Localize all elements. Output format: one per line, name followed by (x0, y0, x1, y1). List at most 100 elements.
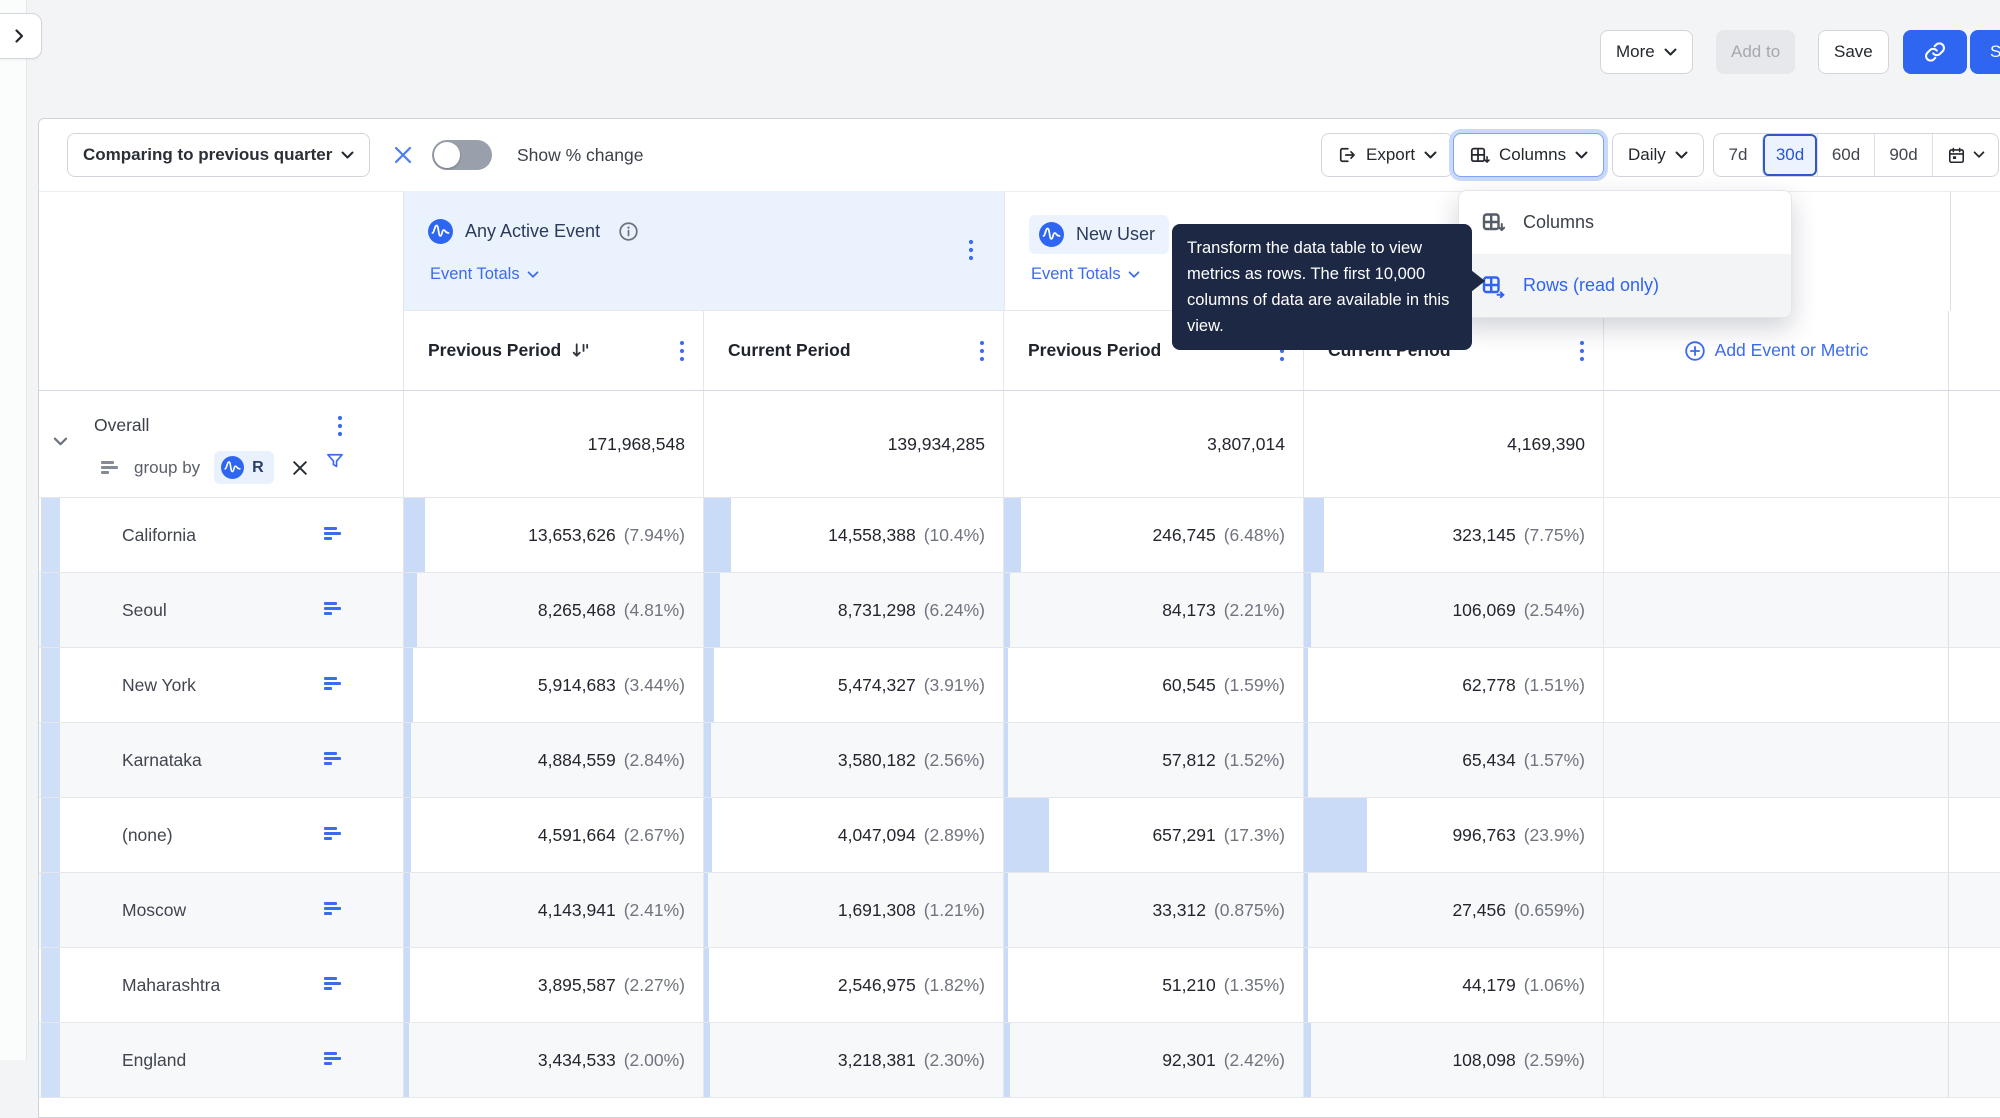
columns-icon (1481, 211, 1505, 235)
value-cell[interactable]: 108,098 (2.59%) (1304, 1023, 1604, 1097)
show-percent-change-toggle[interactable] (432, 140, 492, 170)
cell-value: 4,591,664 (537, 824, 616, 845)
value-cell[interactable]: 33,312 (0.875%) (1004, 873, 1304, 947)
value-cell[interactable]: 92,301 (2.42%) (1004, 1023, 1304, 1097)
group-by-icon[interactable] (324, 1051, 343, 1066)
info-icon[interactable] (618, 221, 639, 242)
value-cell[interactable]: 84,173 (2.21%) (1004, 573, 1304, 647)
chevron-down-icon (1128, 270, 1139, 278)
value-cell[interactable]: 323,145 (7.75%) (1304, 498, 1604, 572)
value-cell[interactable]: 51,210 (1.35%) (1004, 948, 1304, 1022)
interval-dropdown[interactable]: Daily (1612, 133, 1704, 177)
event-totals-dropdown[interactable]: Event Totals (1031, 265, 1140, 284)
filter-icon[interactable] (325, 451, 345, 471)
range-7d[interactable]: 7d (1714, 134, 1762, 176)
value-bar (404, 723, 411, 797)
sort-descending-icon[interactable] (571, 341, 590, 360)
row-label-cell[interactable]: California (39, 498, 404, 572)
corner-cell (39, 191, 404, 311)
row-label-cell[interactable]: Maharashtra (39, 948, 404, 1022)
value-cell[interactable]: 13,653,626 (7.94%) (404, 498, 704, 572)
value-cell[interactable]: 27,456 (0.659%) (1304, 873, 1604, 947)
value-cell[interactable]: 4,047,094 (2.89%) (704, 798, 1004, 872)
value-cell[interactable]: 996,763 (23.9%) (1304, 798, 1604, 872)
share-button[interactable]: Share (1970, 30, 2000, 74)
row-label-cell[interactable]: Moscow (39, 873, 404, 947)
export-button[interactable]: Export (1321, 133, 1454, 177)
column-header-current-period-1[interactable]: Current Period (704, 311, 1004, 390)
row-label-cell[interactable]: England (39, 1023, 404, 1097)
row-label-cell[interactable]: New York (39, 648, 404, 722)
value-cell[interactable]: 4,884,559 (2.84%) (404, 723, 704, 797)
overall-value-cell: 4,169,390 (1304, 391, 1604, 497)
remove-group-by-button[interactable] (292, 460, 308, 476)
group-by-property-chip[interactable]: R (214, 451, 274, 484)
row-label-cell[interactable]: Seoul (39, 573, 404, 647)
compare-dropdown[interactable]: Comparing to previous quarter (67, 133, 371, 177)
value-bar (1304, 798, 1367, 872)
value-cell[interactable]: 14,558,388 (10.4%) (704, 498, 1004, 572)
table-right-gutter (1949, 948, 2000, 1022)
value-cell[interactable]: 60,545 (1.59%) (1004, 648, 1304, 722)
save-button[interactable]: Save (1818, 30, 1889, 74)
value-cell[interactable]: 3,218,381 (2.30%) (704, 1023, 1004, 1097)
value-cell[interactable]: 5,474,327 (3.91%) (704, 648, 1004, 722)
value-cell[interactable]: 8,731,298 (6.24%) (704, 573, 1004, 647)
value-cell[interactable]: 4,143,941 (2.41%) (404, 873, 704, 947)
value-cell[interactable]: 5,914,683 (3.44%) (404, 648, 704, 722)
column-options-kebab[interactable] (679, 340, 685, 362)
group-by-icon[interactable] (324, 676, 343, 691)
column-header-previous-period-1[interactable]: Previous Period (404, 311, 704, 390)
group-by-icon[interactable] (324, 526, 343, 541)
event-totals-dropdown[interactable]: Event Totals (430, 265, 539, 284)
cell-percent: (2.67%) (623, 824, 685, 845)
menu-item-columns[interactable]: Columns (1459, 191, 1791, 254)
group-by-icon[interactable] (324, 976, 343, 991)
export-icon (1339, 147, 1355, 163)
value-cell[interactable]: 57,812 (1.52%) (1004, 723, 1304, 797)
add-to-button[interactable]: Add to (1716, 30, 1796, 74)
column-options-kebab[interactable] (1579, 340, 1585, 362)
custom-date-range-button[interactable] (1932, 134, 1998, 176)
value-cell[interactable]: 4,591,664 (2.67%) (404, 798, 704, 872)
value-bar (1004, 873, 1008, 947)
cell-value: 2,546,975 (837, 974, 916, 995)
columns-dropdown-button[interactable]: Columns (1453, 133, 1605, 177)
overall-options-kebab[interactable] (337, 415, 343, 439)
value-cell[interactable]: 62,778 (1.51%) (1304, 648, 1604, 722)
collapse-caret-icon[interactable] (53, 437, 68, 447)
expand-sidebar-button[interactable] (0, 13, 42, 59)
group-by-icon[interactable] (324, 601, 343, 616)
range-60d[interactable]: 60d (1817, 134, 1874, 176)
value-cell[interactable]: 657,291 (17.3%) (1004, 798, 1304, 872)
row-label: New York (122, 674, 196, 695)
cell-value: 3,580,182 (837, 749, 916, 770)
value-cell[interactable]: 106,069 (2.54%) (1304, 573, 1604, 647)
value-cell[interactable]: 1,691,308 (1.21%) (704, 873, 1004, 947)
row-label-cell[interactable]: (none) (39, 798, 404, 872)
value-cell[interactable]: 65,434 (1.57%) (1304, 723, 1604, 797)
more-button[interactable]: More (1600, 30, 1693, 74)
cell-percent: (23.9%) (1523, 824, 1585, 845)
copy-link-button[interactable] (1903, 30, 1967, 74)
group-by-icon[interactable] (324, 826, 343, 841)
cell-value: 8,265,468 (537, 599, 616, 620)
row-label-cell[interactable]: Karnataka (39, 723, 404, 797)
value-cell[interactable]: 3,895,587 (2.27%) (404, 948, 704, 1022)
value-cell[interactable]: 3,434,533 (2.00%) (404, 1023, 704, 1097)
column-options-kebab[interactable] (979, 340, 985, 362)
group-by-icon[interactable] (324, 901, 343, 916)
group-by-icon[interactable] (324, 751, 343, 766)
event-totals-label: Event Totals (430, 265, 520, 283)
metric-options-kebab[interactable] (968, 239, 974, 263)
range-90d[interactable]: 90d (1874, 134, 1932, 176)
add-event-or-metric-button[interactable]: Add Event or Metric (1604, 311, 1948, 390)
value-cell[interactable]: 2,546,975 (1.82%) (704, 948, 1004, 1022)
value-cell[interactable]: 246,745 (6.48%) (1004, 498, 1304, 572)
range-30d[interactable]: 30d (1762, 134, 1817, 176)
value-cell[interactable]: 44,179 (1.06%) (1304, 948, 1604, 1022)
value-cell[interactable]: 8,265,468 (4.81%) (404, 573, 704, 647)
value-cell[interactable]: 3,580,182 (2.56%) (704, 723, 1004, 797)
remove-comparison-button[interactable] (391, 143, 415, 167)
menu-item-rows-read-only[interactable]: Rows (read only) (1459, 254, 1791, 317)
